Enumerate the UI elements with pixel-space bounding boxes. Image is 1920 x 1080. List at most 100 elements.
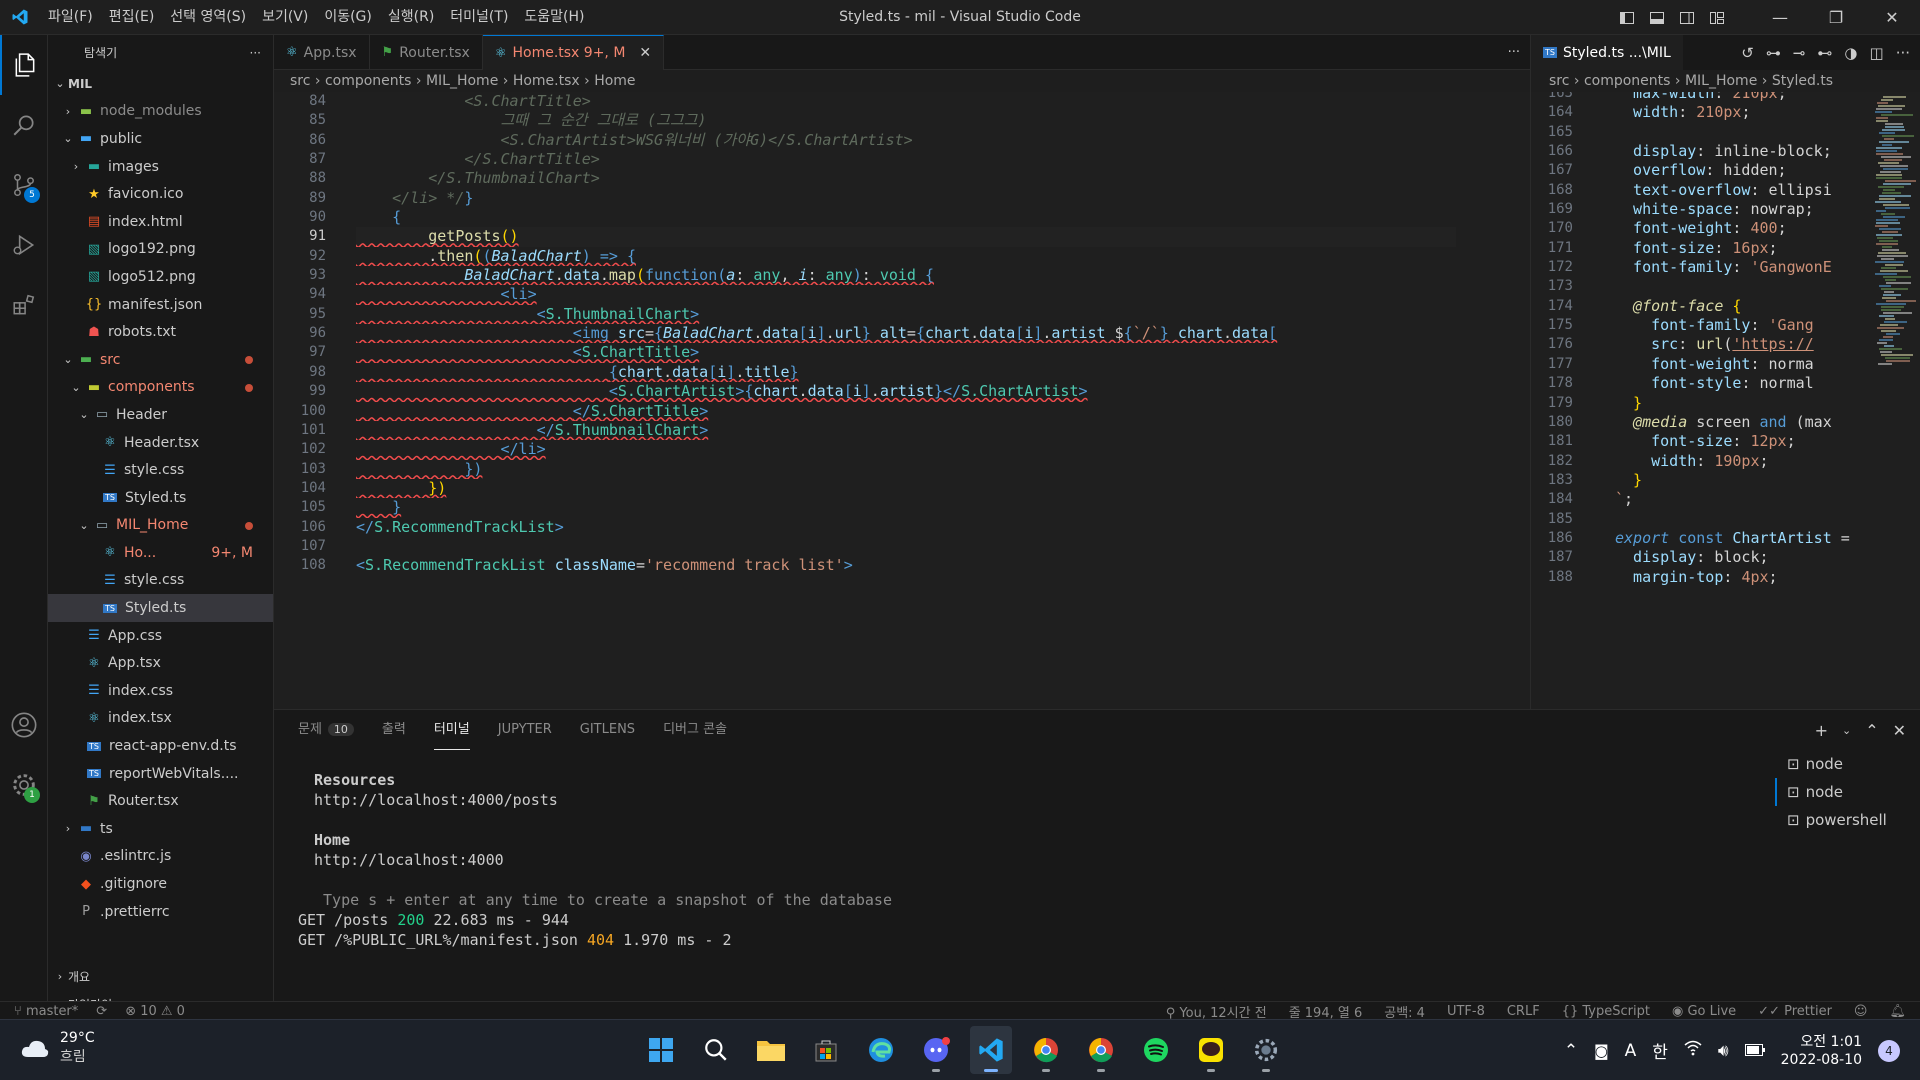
breadcrumb-item[interactable]: Home.tsx <box>513 73 580 89</box>
go-live-item[interactable]: ◉ Go Live <box>1672 1004 1736 1019</box>
menu-item[interactable]: 편집(E) <box>101 0 163 35</box>
git-branch-item[interactable]: ⑂ master* <box>14 1004 78 1019</box>
chevron-down-icon[interactable]: ⌄ <box>1842 724 1851 737</box>
extensions-icon[interactable] <box>0 275 48 335</box>
breadcrumb-item[interactable]: src <box>1549 73 1569 89</box>
file-item[interactable]: TS Styled.ts <box>48 484 273 512</box>
discord-tray-icon[interactable]: ◙ <box>1594 1042 1609 1060</box>
file-item[interactable]: ☰ index.css <box>48 677 273 705</box>
editor-tab[interactable]: ⚛ Home.tsx 9+, M ✕ <box>482 35 665 70</box>
terminal-instance[interactable]: ⊡ powershell <box>1775 806 1920 834</box>
explorer-icon[interactable] <box>0 35 48 95</box>
new-terminal-icon[interactable]: + <box>1815 721 1828 740</box>
language-mode-item[interactable]: {} TypeScript <box>1562 1004 1650 1019</box>
git-next-icon[interactable]: ⊷ <box>1817 44 1832 62</box>
terminal-instance[interactable]: ⊡ node <box>1775 750 1920 778</box>
terminal-output[interactable]: Resources http://localhost:4000/posts Home… <box>298 750 1778 1002</box>
sync-icon[interactable]: ⟳ <box>96 1004 107 1019</box>
menu-item[interactable]: 실행(R) <box>380 0 442 35</box>
folder-item[interactable]: ⌄ ▬ public <box>48 125 273 153</box>
breadcrumb-item[interactable]: components <box>1584 73 1671 89</box>
clock[interactable]: 오전 1:01 2022-08-10 <box>1781 1033 1862 1069</box>
git-commit-icon[interactable]: ⊸ <box>1793 44 1806 62</box>
folder-item[interactable]: › ▬ ts <box>48 815 273 843</box>
tray-overflow-chevron-icon[interactable]: ⌃ <box>1564 1041 1578 1061</box>
breadcrumb-item[interactable]: src <box>290 73 310 89</box>
sidebar-section[interactable]: › 개요 <box>48 963 273 991</box>
eol-item[interactable]: CRLF <box>1507 1004 1540 1019</box>
file-item[interactable]: P .prettierrc <box>48 898 273 926</box>
ime-language-indicator[interactable]: 한 <box>1652 1038 1668 1063</box>
file-item[interactable]: ▧ logo512.png <box>48 263 273 291</box>
file-item[interactable]: ⚛ Ho... 9+, M <box>48 539 273 567</box>
gitlens-icon[interactable]: ◑ <box>1844 44 1857 62</box>
ime-mode-indicator[interactable]: A <box>1625 1041 1637 1061</box>
file-item[interactable]: ◉ .eslintrc.js <box>48 843 273 871</box>
kakaotalk-button[interactable] <box>1190 1026 1232 1074</box>
taskbar-search-button[interactable] <box>695 1026 737 1074</box>
file-item[interactable]: ☰ style.css <box>48 456 273 484</box>
explorer-more-button[interactable]: ··· <box>250 46 261 60</box>
file-item[interactable]: ◆ .gitignore <box>48 870 273 898</box>
folder-item[interactable]: ⌄ ▭ MIL_Home <box>48 512 273 540</box>
panel-tab[interactable]: 터미널 <box>433 710 470 750</box>
folder-item[interactable]: ⌄ ▬ components <box>48 374 273 402</box>
workspace-root[interactable]: ⌄ MIL <box>48 70 273 98</box>
file-item[interactable]: TS Styled.ts <box>48 594 273 622</box>
breadcrumb-item[interactable]: components <box>325 73 412 89</box>
history-icon[interactable]: ↺ <box>1741 44 1754 62</box>
breadcrumb-item[interactable]: MIL_Home <box>426 73 498 89</box>
editor-tab[interactable]: ⚛ App.tsx <box>274 35 370 70</box>
editor-more-actions-button[interactable]: ··· <box>1508 35 1520 70</box>
file-item[interactable]: ⚛ Header.tsx <box>48 429 273 457</box>
settings-app-button[interactable] <box>1245 1026 1287 1074</box>
folder-item[interactable]: › ▬ node_modules <box>48 98 273 126</box>
spotify-button[interactable] <box>1135 1026 1177 1074</box>
folder-item[interactable]: ⌄ ▬ src <box>48 346 273 374</box>
file-item[interactable]: ☰ App.css <box>48 622 273 650</box>
file-item[interactable]: ⚑ Router.tsx <box>48 787 273 815</box>
close-window-button[interactable]: ✕ <box>1864 0 1920 35</box>
file-item[interactable]: ▧ logo192.png <box>48 236 273 264</box>
code-editor-styled[interactable]: 163 164 165 166 167 168 169 170 171 172 173 174 175 1… <box>1530 92 1920 709</box>
run-debug-icon[interactable] <box>0 215 48 275</box>
start-button[interactable] <box>640 1026 682 1074</box>
chrome-button-1[interactable] <box>1025 1026 1067 1074</box>
panel-tab[interactable]: 문제 10 <box>298 710 354 750</box>
panel-tab[interactable]: GITLENS <box>580 710 635 750</box>
discord-button[interactable] <box>915 1026 957 1074</box>
folder-item[interactable]: ⌄ ▭ Header <box>48 401 273 429</box>
notifications-bell-icon[interactable]: 🔔︎ <box>1889 1004 1906 1019</box>
folder-item[interactable]: › ▬ images <box>48 153 273 181</box>
menu-item[interactable]: 보기(V) <box>254 0 316 35</box>
customize-layout-icon[interactable] <box>1702 0 1732 35</box>
encoding-item[interactable]: UTF-8 <box>1447 1004 1485 1019</box>
file-item[interactable]: TS reportWebVitals.... <box>48 760 273 788</box>
minimap-right[interactable] <box>1875 92 1919 709</box>
maximize-panel-icon[interactable]: ⌃ <box>1865 721 1878 740</box>
code-editor-home[interactable]: 84 85 86 87 88 89 90 91 92 93 94 95 96 97 98 99 100 101 10… <box>274 92 1530 709</box>
menu-item[interactable]: 이동(G) <box>316 0 380 35</box>
split-editor-icon[interactable]: ◫ <box>1870 44 1884 62</box>
edge-button[interactable] <box>860 1026 902 1074</box>
vscode-taskbar-button[interactable] <box>970 1026 1012 1074</box>
panel-tab[interactable]: JUPYTER <box>498 710 552 750</box>
source-control-icon[interactable]: 5 <box>0 155 48 215</box>
menu-item[interactable]: 터미널(T) <box>442 0 516 35</box>
volume-icon[interactable]: 🔊︎ <box>1718 1041 1729 1061</box>
file-item[interactable]: {} manifest.json <box>48 291 273 319</box>
menu-item[interactable]: 파일(F) <box>40 0 101 35</box>
breadcrumb-item[interactable]: MIL_Home <box>1685 73 1757 89</box>
toggle-secondary-sidebar-icon[interactable] <box>1672 0 1702 35</box>
code-content[interactable]: max-width: 210px; width: 210px; display:… <box>1615 92 1865 587</box>
feedback-icon[interactable]: ☺ <box>1854 1004 1868 1019</box>
git-blame-item[interactable]: ⚲ You, 12시간 전 <box>1166 1002 1267 1021</box>
minimize-button[interactable]: — <box>1752 0 1808 35</box>
battery-icon[interactable] <box>1744 1041 1765 1061</box>
terminal-instance[interactable]: ⊡ node <box>1775 778 1920 806</box>
file-item[interactable]: ☗ robots.txt <box>48 318 273 346</box>
indentation-item[interactable]: 공백: 4 <box>1384 1002 1425 1021</box>
file-explorer-button[interactable] <box>750 1026 792 1074</box>
file-item[interactable]: ☰ style.css <box>48 567 273 595</box>
breadcrumb-item[interactable]: Styled.ts <box>1772 73 1833 89</box>
